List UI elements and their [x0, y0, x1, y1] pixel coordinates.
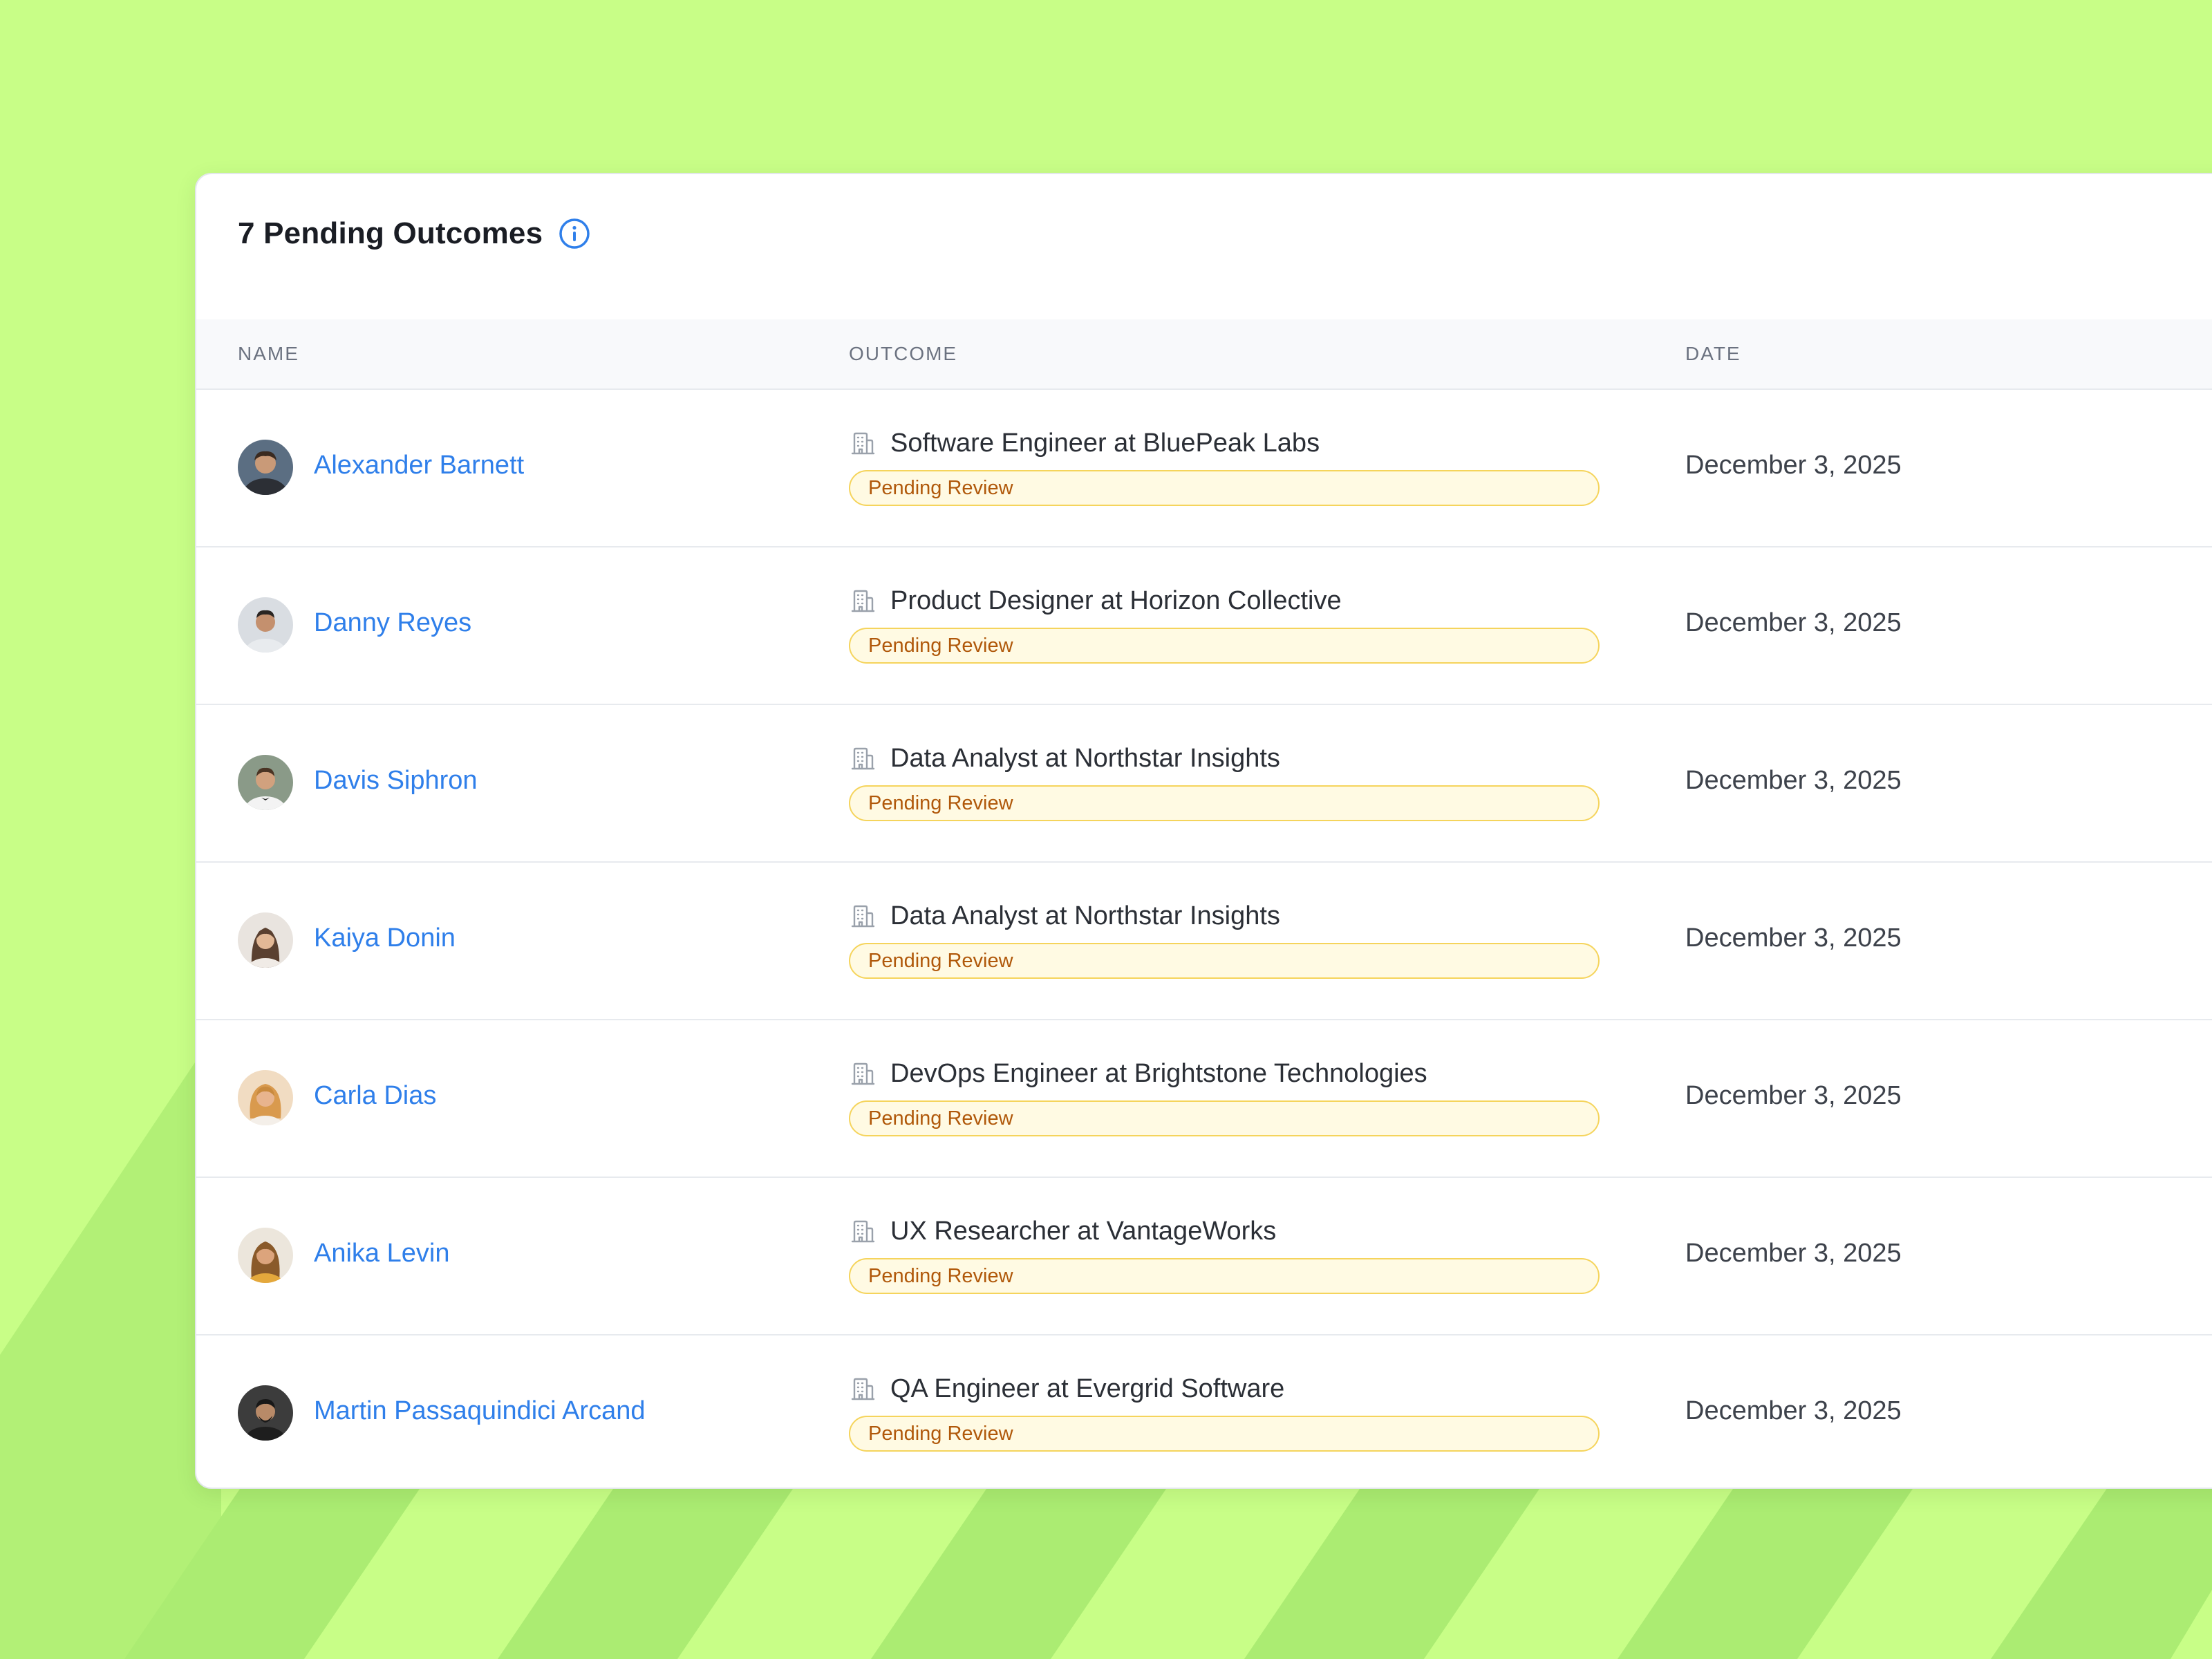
person-name-link[interactable]: Anika Levin	[314, 1239, 449, 1268]
building-icon	[849, 587, 877, 615]
outcome: QA Engineer at Evergrid Software	[849, 1371, 1284, 1406]
outcome-text: Software Engineer at BluePeak Labs	[890, 428, 1320, 458]
table-body: Alexander Barnett Software Engineer at B…	[196, 390, 2212, 1488]
status-badge: Pending Review	[849, 1100, 1600, 1136]
person-name-link[interactable]: Alexander Barnett	[314, 451, 524, 480]
person-name-link[interactable]: Carla Dias	[314, 1081, 436, 1111]
avatar[interactable]	[238, 755, 293, 810]
date-text: December 3, 2025	[1685, 608, 1902, 637]
date-text: December 3, 2025	[1685, 451, 1902, 480]
date-text: December 3, 2025	[1685, 924, 1902, 953]
avatar[interactable]	[238, 597, 293, 653]
status-badge: Pending Review	[849, 785, 1600, 821]
status-badge: Pending Review	[849, 1416, 1600, 1452]
avatar[interactable]	[238, 912, 293, 968]
outcome-text: DevOps Engineer at Brightstone Technolog…	[890, 1058, 1427, 1088]
outcome-text: UX Researcher at VantageWorks	[890, 1216, 1277, 1246]
date-text: December 3, 2025	[1685, 1239, 1902, 1268]
avatar[interactable]	[238, 1228, 293, 1283]
table-row[interactable]: Martin Passaquindici Arcand QA Engineer …	[196, 1335, 2212, 1488]
table-row[interactable]: Anika Levin UX Researcher at VantageWork…	[196, 1178, 2212, 1335]
outcome-text: Data Analyst at Northstar Insights	[890, 743, 1280, 773]
person-name-link[interactable]: Kaiya Donin	[314, 924, 456, 953]
status-badge: Pending Review	[849, 628, 1600, 664]
avatar[interactable]	[238, 1070, 293, 1125]
card-header: 7 Pending Outcomes	[238, 213, 591, 254]
pending-outcomes-card: 7 Pending Outcomes NAME OUTCOME DATE Ale…	[195, 173, 2212, 1489]
date-text: December 3, 2025	[1685, 766, 1902, 795]
table-header: NAME OUTCOME DATE	[196, 319, 2212, 390]
status-badge: Pending Review	[849, 470, 1600, 506]
outcome: Data Analyst at Northstar Insights	[849, 899, 1280, 933]
status-badge: Pending Review	[849, 1258, 1600, 1294]
date-text: December 3, 2025	[1685, 1396, 1902, 1425]
outcome-text: Product Designer at Horizon Collective	[890, 585, 1342, 615]
person-name-link[interactable]: Martin Passaquindici Arcand	[314, 1396, 645, 1426]
column-header-date[interactable]: DATE	[1685, 319, 1741, 388]
outcome: Product Designer at Horizon Collective	[849, 583, 1342, 618]
building-icon	[849, 1375, 877, 1403]
column-header-name[interactable]: NAME	[238, 319, 299, 388]
table-row[interactable]: Carla Dias DevOps Engineer at Brightston…	[196, 1020, 2212, 1178]
outcome-text: QA Engineer at Evergrid Software	[890, 1374, 1285, 1403]
outcome: UX Researcher at VantageWorks	[849, 1214, 1276, 1248]
building-icon	[849, 902, 877, 930]
table-row[interactable]: Davis Siphron Data Analyst at Northstar …	[196, 705, 2212, 863]
date-text: December 3, 2025	[1685, 1081, 1902, 1110]
building-icon	[849, 744, 877, 772]
building-icon	[849, 1217, 877, 1245]
building-icon	[849, 429, 877, 457]
info-circle-icon[interactable]	[558, 217, 591, 250]
person-name-link[interactable]: Davis Siphron	[314, 766, 478, 796]
column-header-outcome[interactable]: OUTCOME	[849, 319, 957, 388]
outcome: Data Analyst at Northstar Insights	[849, 741, 1280, 776]
outcome: DevOps Engineer at Brightstone Technolog…	[849, 1056, 1427, 1091]
status-badge: Pending Review	[849, 943, 1600, 979]
avatar[interactable]	[238, 1385, 293, 1441]
avatar[interactable]	[238, 440, 293, 495]
outcome-text: Data Analyst at Northstar Insights	[890, 901, 1280, 930]
table-row[interactable]: Kaiya Donin Data Analyst at Northstar In…	[196, 863, 2212, 1020]
table-row[interactable]: Alexander Barnett Software Engineer at B…	[196, 390, 2212, 547]
table-row[interactable]: Danny Reyes Product Designer at Horizon …	[196, 547, 2212, 705]
person-name-link[interactable]: Danny Reyes	[314, 608, 471, 638]
building-icon	[849, 1060, 877, 1087]
card-title: 7 Pending Outcomes	[238, 216, 543, 250]
outcome: Software Engineer at BluePeak Labs	[849, 426, 1320, 460]
